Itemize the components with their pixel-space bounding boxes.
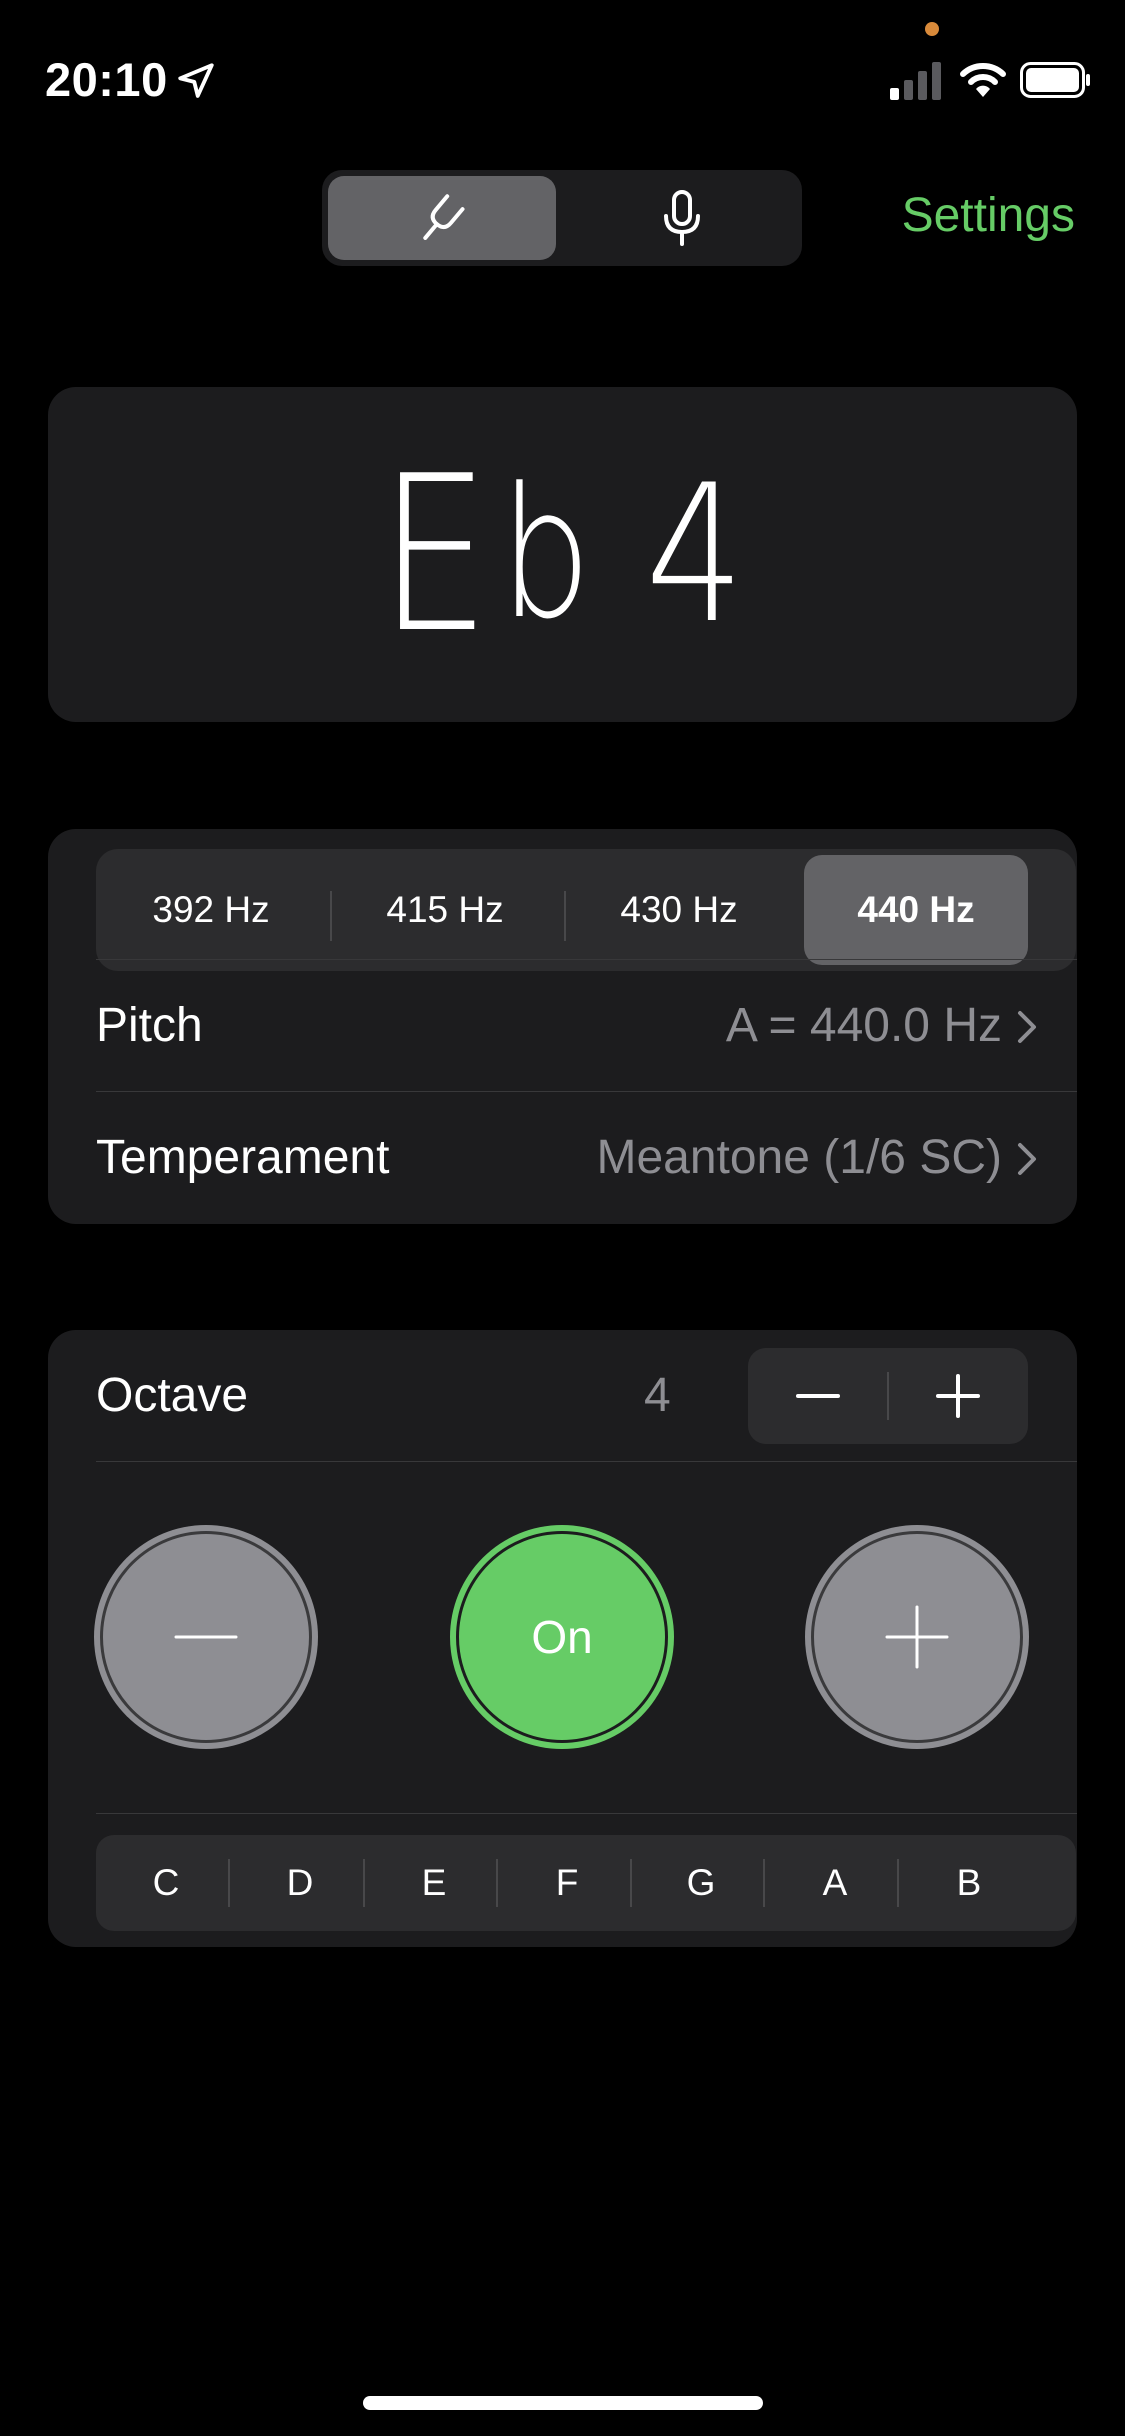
mode-segmented-control xyxy=(322,170,802,266)
segment-divider xyxy=(763,1859,765,1907)
current-note-display: E b 4 xyxy=(48,387,1077,722)
minus-icon xyxy=(174,1635,238,1639)
segment-divider xyxy=(897,1859,899,1907)
cellular-signal-icon xyxy=(890,62,941,100)
row-separator xyxy=(96,1813,1077,1814)
note-accidental: b xyxy=(499,450,595,659)
plus-icon xyxy=(936,1374,980,1418)
mode-tuning-fork-tab[interactable] xyxy=(328,176,556,260)
tone-on-label: On xyxy=(531,1611,593,1663)
semitone-up-button[interactable] xyxy=(805,1525,1029,1749)
plus-icon xyxy=(885,1605,949,1669)
temperament-label: Temperament xyxy=(96,1131,390,1184)
hz-option-392[interactable]: 392 Hz xyxy=(102,855,320,965)
mode-microphone-tab[interactable] xyxy=(568,176,796,260)
octave-increment-button[interactable] xyxy=(888,1348,1028,1444)
note-option-b[interactable]: B xyxy=(902,1835,1036,1931)
note-option-e[interactable]: E xyxy=(367,1835,501,1931)
semitone-down-button[interactable] xyxy=(94,1525,318,1749)
note-display-card: E b 4 xyxy=(48,387,1077,722)
note-option-f[interactable]: F xyxy=(500,1835,634,1931)
note-option-a[interactable]: A xyxy=(768,1835,902,1931)
hz-option-430[interactable]: 430 Hz xyxy=(570,855,788,965)
location-arrow-icon xyxy=(178,63,214,98)
temperament-value: Meantone (1/6 SC) xyxy=(596,1131,1002,1184)
segment-divider xyxy=(363,1859,365,1907)
pitch-settings-card: 392 Hz 415 Hz 430 Hz 440 Hz Pitch A = 44… xyxy=(48,829,1077,1224)
segment-divider xyxy=(630,1859,632,1907)
chevron-right-icon xyxy=(1018,1143,1036,1175)
settings-button[interactable]: Settings xyxy=(902,188,1075,243)
minus-icon xyxy=(796,1394,840,1398)
status-bar: 20:10 xyxy=(0,0,1125,140)
wifi-icon xyxy=(960,63,1006,97)
octave-value: 4 xyxy=(644,1369,671,1422)
hz-option-415[interactable]: 415 Hz xyxy=(336,855,554,965)
row-separator xyxy=(96,1461,1077,1462)
segment-divider xyxy=(496,1859,498,1907)
note-option-d[interactable]: D xyxy=(233,1835,367,1931)
microphone-icon xyxy=(664,190,700,246)
note-option-g[interactable]: G xyxy=(634,1835,768,1931)
chevron-right-icon xyxy=(1018,1011,1036,1043)
status-time: 20:10 xyxy=(45,53,168,106)
pitch-row[interactable]: Pitch A = 440.0 Hz xyxy=(96,960,1077,1092)
segment-divider xyxy=(564,891,566,941)
privacy-indicator-dot xyxy=(925,22,939,36)
hz-option-440[interactable]: 440 Hz xyxy=(804,855,1028,965)
octave-decrement-button[interactable] xyxy=(748,1348,888,1444)
octave-label: Octave xyxy=(96,1369,249,1422)
reference-pitch-segmented-control: 392 Hz 415 Hz 430 Hz 440 Hz xyxy=(96,849,1076,971)
segment-divider xyxy=(330,891,332,941)
tuning-fork-icon xyxy=(423,194,465,240)
pitch-value: A = 440.0 Hz xyxy=(725,999,1002,1052)
battery-icon xyxy=(1020,62,1090,98)
segment-divider xyxy=(228,1859,230,1907)
home-indicator[interactable] xyxy=(363,2396,763,2410)
octave-stepper xyxy=(748,1348,1028,1444)
pitch-label: Pitch xyxy=(96,999,203,1052)
note-octave-number: 4 xyxy=(645,444,748,665)
note-letter: E xyxy=(378,429,494,680)
temperament-row[interactable]: Temperament Meantone (1/6 SC) xyxy=(96,1092,1077,1224)
octave-card: Octave 4 On C D E F G A B xyxy=(48,1330,1077,1947)
tone-on-button[interactable]: On xyxy=(450,1525,674,1749)
note-option-c[interactable]: C xyxy=(99,1835,233,1931)
note-segmented-control: C D E F G A B xyxy=(96,1835,1076,1931)
